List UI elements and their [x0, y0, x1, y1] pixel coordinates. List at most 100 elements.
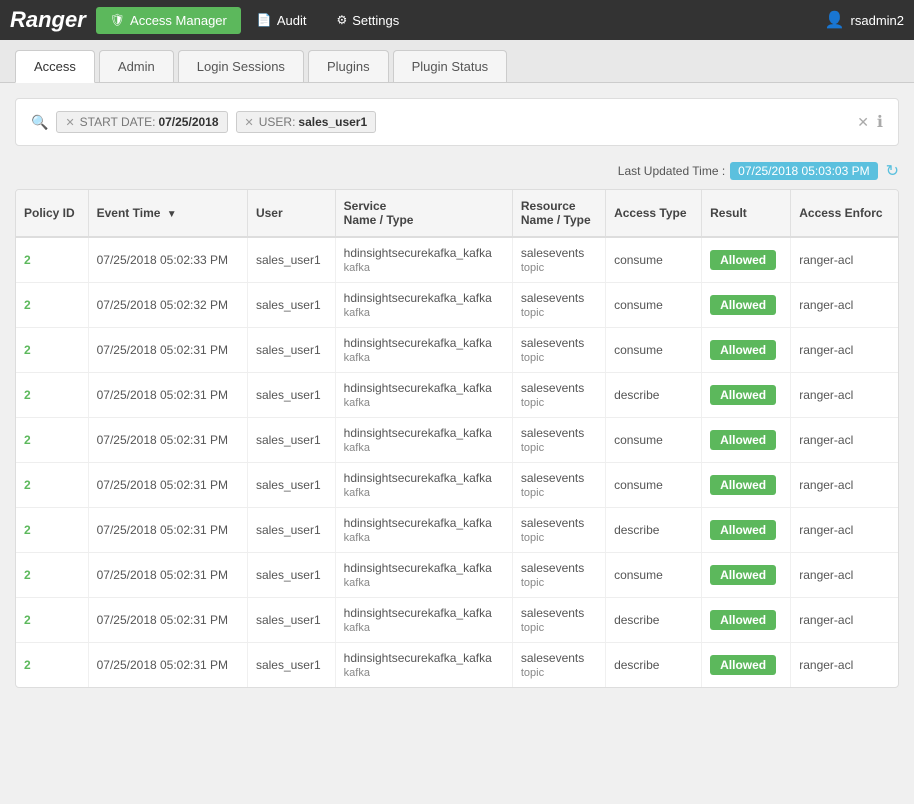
cell-access-enforcer: ranger-acl	[791, 598, 898, 643]
tab-admin[interactable]: Admin	[99, 50, 174, 82]
policy-id-link[interactable]: 2	[24, 253, 31, 267]
filter-start-date-close[interactable]: ✕	[65, 116, 74, 129]
cell-service: hdinsightsecurekafka_kafka kafka	[335, 328, 512, 373]
cell-event-time: 07/25/2018 05:02:31 PM	[88, 598, 247, 643]
cell-result: Allowed	[702, 373, 791, 418]
cell-policy-id: 2	[16, 418, 88, 463]
filter-user[interactable]: ✕ USER: sales_user1	[236, 111, 377, 133]
policy-id-link[interactable]: 2	[24, 658, 31, 672]
tab-access[interactable]: Access	[15, 50, 95, 83]
info-icon[interactable]: ℹ	[877, 112, 883, 132]
cell-result: Allowed	[702, 598, 791, 643]
audit-table-wrap: Policy ID Event Time ▼ User ServiceName …	[15, 189, 899, 688]
service-name: hdinsightsecurekafka_kafka	[344, 516, 492, 530]
cell-policy-id: 2	[16, 373, 88, 418]
filter-start-date[interactable]: ✕ START DATE: 07/25/2018	[56, 111, 227, 133]
result-badge: Allowed	[710, 610, 776, 630]
cell-user: sales_user1	[247, 598, 335, 643]
cell-policy-id: 2	[16, 463, 88, 508]
resource-name: salesevents	[521, 291, 584, 305]
cell-access-enforcer: ranger-acl	[791, 373, 898, 418]
service-type: kafka	[344, 307, 370, 319]
cell-service: hdinsightsecurekafka_kafka kafka	[335, 237, 512, 283]
updated-time-label: Last Updated Time :	[618, 164, 725, 178]
header-user[interactable]: 👤 rsadmin2	[825, 10, 904, 30]
cell-policy-id: 2	[16, 328, 88, 373]
cell-service: hdinsightsecurekafka_kafka kafka	[335, 598, 512, 643]
audit-table: Policy ID Event Time ▼ User ServiceName …	[16, 190, 898, 687]
table-row: 2 07/25/2018 05:02:31 PM sales_user1 hdi…	[16, 463, 898, 508]
nav-settings-label: Settings	[352, 13, 399, 28]
cell-access-enforcer: ranger-acl	[791, 553, 898, 598]
resource-type: topic	[521, 532, 544, 544]
cell-user: sales_user1	[247, 643, 335, 688]
cell-user: sales_user1	[247, 328, 335, 373]
cell-user: sales_user1	[247, 418, 335, 463]
tab-plugin-status[interactable]: Plugin Status	[393, 50, 508, 82]
resource-type: topic	[521, 487, 544, 499]
tabs-bar: Access Admin Login Sessions Plugins Plug…	[0, 40, 914, 83]
policy-id-link[interactable]: 2	[24, 388, 31, 402]
service-name: hdinsightsecurekafka_kafka	[344, 426, 492, 440]
cell-access-type: describe	[606, 598, 702, 643]
cell-service: hdinsightsecurekafka_kafka kafka	[335, 463, 512, 508]
resource-type: topic	[521, 577, 544, 589]
search-container: 🔍 ✕ START DATE: 07/25/2018 ✕ USER: sales…	[15, 98, 899, 146]
refresh-button[interactable]: ↻	[886, 161, 899, 181]
table-row: 2 07/25/2018 05:02:31 PM sales_user1 hdi…	[16, 508, 898, 553]
filter-user-close[interactable]: ✕	[245, 116, 254, 129]
cell-access-enforcer: ranger-acl	[791, 418, 898, 463]
cell-event-time: 07/25/2018 05:02:31 PM	[88, 418, 247, 463]
resource-name: salesevents	[521, 336, 584, 350]
updated-time-badge: 07/25/2018 05:03:03 PM	[730, 162, 877, 180]
cell-resource: salesevents topic	[512, 328, 605, 373]
policy-id-link[interactable]: 2	[24, 568, 31, 582]
cell-result: Allowed	[702, 328, 791, 373]
result-badge: Allowed	[710, 520, 776, 540]
table-row: 2 07/25/2018 05:02:32 PM sales_user1 hdi…	[16, 283, 898, 328]
policy-id-link[interactable]: 2	[24, 613, 31, 627]
resource-name: salesevents	[521, 426, 584, 440]
filter-start-date-value: 07/25/2018	[158, 115, 218, 129]
resource-name: salesevents	[521, 246, 584, 260]
search-clear-button[interactable]: ✕	[857, 114, 869, 131]
cell-event-time: 07/25/2018 05:02:33 PM	[88, 237, 247, 283]
tab-plugins[interactable]: Plugins	[308, 50, 389, 82]
policy-id-link[interactable]: 2	[24, 433, 31, 447]
service-name: hdinsightsecurekafka_kafka	[344, 246, 492, 260]
cell-access-enforcer: ranger-acl	[791, 508, 898, 553]
nav-access-manager[interactable]: 🛡 Access Manager	[96, 7, 241, 34]
cell-user: sales_user1	[247, 553, 335, 598]
cell-user: sales_user1	[247, 283, 335, 328]
cell-access-type: consume	[606, 237, 702, 283]
cell-event-time: 07/25/2018 05:02:31 PM	[88, 553, 247, 598]
nav-audit[interactable]: 📄 Audit	[243, 7, 321, 34]
resource-name: salesevents	[521, 516, 584, 530]
tab-login-sessions[interactable]: Login Sessions	[178, 50, 304, 82]
cell-access-enforcer: ranger-acl	[791, 237, 898, 283]
policy-id-link[interactable]: 2	[24, 478, 31, 492]
resource-type: topic	[521, 622, 544, 634]
cell-result: Allowed	[702, 463, 791, 508]
col-event-time[interactable]: Event Time ▼	[88, 190, 247, 237]
cell-resource: salesevents topic	[512, 598, 605, 643]
service-type: kafka	[344, 667, 370, 679]
table-row: 2 07/25/2018 05:02:31 PM sales_user1 hdi…	[16, 418, 898, 463]
cell-result: Allowed	[702, 418, 791, 463]
cell-access-type: consume	[606, 328, 702, 373]
cell-event-time: 07/25/2018 05:02:31 PM	[88, 328, 247, 373]
policy-id-link[interactable]: 2	[24, 523, 31, 537]
policy-id-link[interactable]: 2	[24, 343, 31, 357]
service-type: kafka	[344, 622, 370, 634]
col-access-type: Access Type	[606, 190, 702, 237]
cell-access-type: consume	[606, 418, 702, 463]
cell-resource: salesevents topic	[512, 643, 605, 688]
nav-settings[interactable]: ⚙ Settings	[322, 7, 413, 34]
cell-service: hdinsightsecurekafka_kafka kafka	[335, 553, 512, 598]
result-badge: Allowed	[710, 430, 776, 450]
policy-id-link[interactable]: 2	[24, 298, 31, 312]
shield-icon: 🛡	[110, 13, 125, 27]
cell-service: hdinsightsecurekafka_kafka kafka	[335, 373, 512, 418]
cell-policy-id: 2	[16, 643, 88, 688]
search-icon: 🔍	[31, 114, 48, 131]
